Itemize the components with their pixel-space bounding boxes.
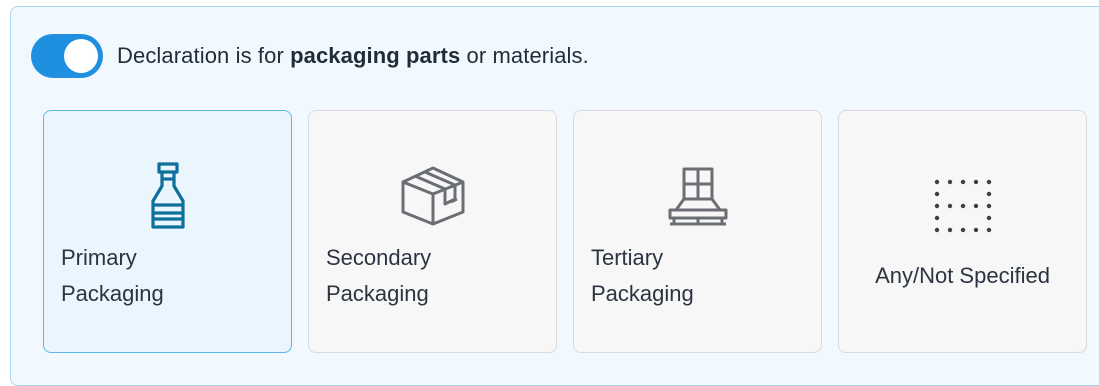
secondary-label-line1: Secondary: [326, 245, 432, 270]
packaging-toggle[interactable]: [31, 34, 103, 78]
tertiary-label-line1: Tertiary: [591, 245, 664, 270]
tertiary-packaging-label: Tertiary Packaging: [591, 236, 811, 316]
any-label-text: Any/Not Specified: [875, 263, 1050, 288]
primary-packaging-option[interactable]: Primary Packaging: [43, 110, 292, 353]
secondary-packaging-label: Secondary Packaging: [326, 236, 546, 316]
secondary-packaging-option[interactable]: Secondary Packaging: [308, 110, 557, 353]
packaging-toggle-label: Declaration is for packaging parts or ma…: [117, 43, 589, 69]
primary-packaging-label: Primary Packaging: [61, 236, 281, 316]
toggle-knob: [64, 39, 98, 73]
any-not-specified-option[interactable]: Any/Not Specified: [838, 110, 1087, 353]
toggle-label-prefix: Declaration is for: [117, 43, 291, 68]
pallet-icon: [574, 151, 821, 241]
toggle-label-bold: packaging parts: [290, 43, 461, 68]
secondary-label-line2: Packaging: [326, 281, 429, 306]
bottle-icon: [44, 151, 291, 241]
tertiary-packaging-option[interactable]: Tertiary Packaging: [573, 110, 822, 353]
box-icon: [309, 151, 556, 241]
primary-label-line2: Packaging: [61, 281, 164, 306]
any-not-specified-label: Any/Not Specified: [839, 236, 1086, 316]
primary-label-line1: Primary: [61, 245, 137, 270]
packaging-toggle-row: Declaration is for packaging parts or ma…: [31, 34, 589, 78]
toggle-label-suffix: or materials.: [460, 43, 589, 68]
tertiary-label-line2: Packaging: [591, 281, 694, 306]
